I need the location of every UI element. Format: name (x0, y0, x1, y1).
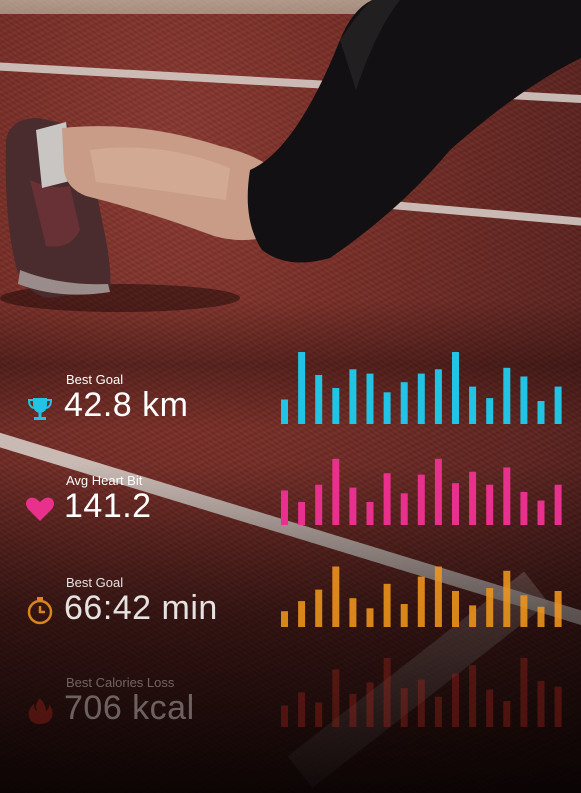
runner-figure (0, 0, 581, 312)
stat-bar (366, 502, 374, 525)
stat-value: 706 kcal (64, 689, 195, 727)
stat-bar (417, 576, 425, 627)
stat-bar (434, 458, 442, 525)
stat-bar (349, 487, 357, 525)
stat-bar (298, 692, 306, 727)
stat-bar (503, 467, 511, 525)
stat-bar (520, 595, 528, 627)
stat-bar (383, 583, 391, 627)
stat-value: 141.2 (64, 487, 152, 525)
stat-bar (537, 680, 545, 727)
stat-bar (554, 686, 562, 727)
stat-label: Best Goal (66, 575, 124, 590)
stat-bar (298, 352, 306, 424)
stat-row: Best Goal 66:42 min (0, 555, 581, 635)
stat-bar (366, 373, 374, 424)
stat-bar (434, 566, 442, 627)
stat-bar-chart (278, 352, 562, 424)
stat-bar-chart (278, 555, 562, 627)
stat-label: Avg Heart Bit (66, 473, 143, 488)
stat-bar (332, 458, 340, 525)
stat-bar (434, 369, 442, 424)
stat-bar (452, 483, 459, 525)
stat-bar (400, 688, 408, 727)
trophy-icon (24, 392, 56, 424)
stat-bar-chart (278, 655, 562, 727)
stat-bar (383, 392, 391, 424)
stat-bar (537, 606, 545, 627)
stat-bar (469, 665, 477, 727)
stat-bar (503, 367, 511, 424)
stat-bar (469, 471, 477, 525)
stat-row: Avg Heart Bit 141.2 (0, 453, 581, 533)
stat-bar (298, 601, 306, 627)
stat-bar (315, 702, 323, 727)
stat-value: 66:42 min (64, 589, 218, 627)
stat-bar (349, 369, 357, 424)
stat-bar (298, 502, 306, 525)
stat-bar (281, 705, 288, 727)
stat-bar (400, 604, 408, 627)
stat-row: Best Goal 42.8 km (0, 352, 581, 432)
stopwatch-icon (24, 595, 56, 627)
stat-bar (400, 493, 408, 525)
stat-bar (315, 484, 323, 525)
stat-bar (349, 693, 357, 727)
stat-bar (332, 669, 340, 727)
stat-bar (537, 500, 545, 525)
stat-bar (503, 701, 511, 727)
stat-bar (332, 566, 340, 627)
stat-bar (452, 673, 459, 727)
stat-bar (383, 473, 391, 525)
stat-bar (366, 682, 374, 727)
stat-row: Best Calories Loss 706 kcal (0, 655, 581, 735)
stat-bar (417, 373, 425, 424)
flame-icon (24, 695, 56, 727)
stat-bar (554, 591, 562, 627)
stat-bar (434, 696, 442, 727)
stat-bar (486, 689, 494, 727)
stat-label: Best Calories Loss (66, 675, 175, 690)
stat-bar (520, 657, 528, 727)
stat-bar (503, 570, 511, 627)
stat-bar (486, 484, 494, 525)
stat-bar-chart (278, 453, 562, 525)
stat-bar (417, 679, 425, 727)
stat-bar (452, 591, 459, 627)
stat-bar (315, 375, 323, 424)
stat-bar (469, 605, 477, 627)
heart-icon (24, 493, 56, 525)
stat-bar (537, 401, 545, 424)
stat-bar (554, 484, 562, 525)
stat-bar (452, 352, 459, 424)
stat-bar (281, 490, 288, 525)
stat-bar (520, 491, 528, 525)
stat-bar (400, 382, 408, 424)
stat-bar (315, 589, 323, 627)
stat-value: 42.8 km (64, 386, 189, 424)
stat-bar (554, 386, 562, 424)
stat-bar (281, 399, 288, 424)
stat-bar (486, 398, 494, 424)
stat-bar (417, 474, 425, 525)
stat-bar (469, 386, 477, 424)
stat-bar (383, 657, 391, 727)
stat-bar (281, 611, 288, 627)
stat-bar (332, 388, 340, 424)
stat-bar (349, 598, 357, 627)
stat-label: Best Goal (66, 372, 124, 387)
stat-bar (486, 588, 494, 627)
stat-bar (520, 376, 528, 424)
stat-bar (366, 608, 374, 627)
